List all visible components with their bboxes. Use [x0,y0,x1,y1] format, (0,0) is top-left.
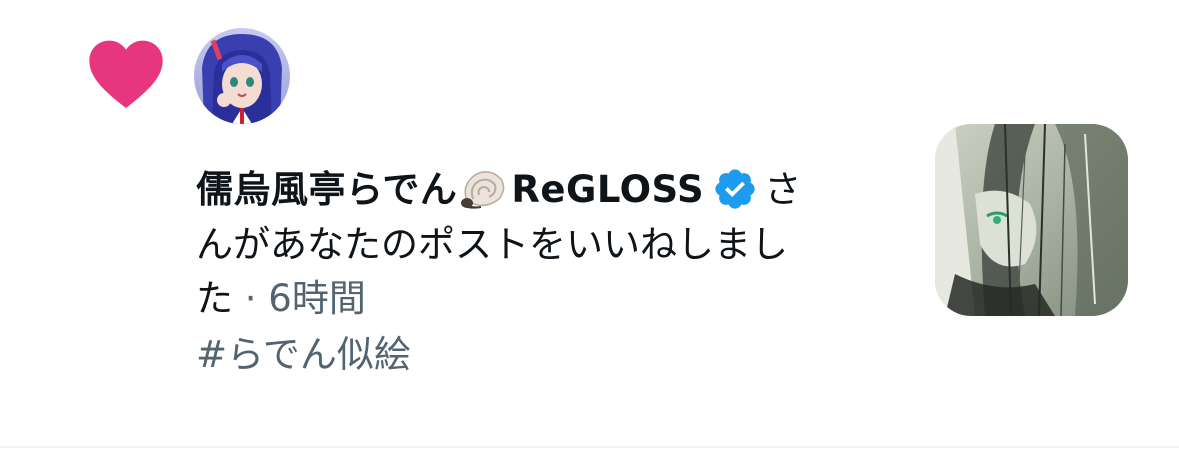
user-name-suffix[interactable]: ReGLOSS [511,168,704,211]
divider [0,446,1179,448]
user-display-name[interactable]: 儒烏風亭らでん [196,168,457,211]
spiral-shell-icon [461,171,505,209]
timestamp[interactable]: 6時間 [268,277,366,320]
notification-text: 儒烏風亭らでん ReGLOSS さ んがあなたのポストをいいねしまし た · 6… [196,162,896,382]
heart-icon [89,40,163,109]
separator-dot: · [233,277,269,320]
post-thumbnail[interactable] [935,124,1128,316]
user-avatar[interactable] [194,28,290,124]
post-hashtag[interactable]: #らでん似絵 [196,328,896,382]
action-text-end: た [196,277,233,320]
verified-badge-icon [715,169,755,209]
action-text-start: さ [764,168,802,211]
like-notification[interactable]: 儒烏風亭らでん ReGLOSS さ んがあなたのポストをいいねしまし た · 6… [0,0,1179,447]
action-text: んがあなたのポストをいいねしまし [196,223,788,266]
